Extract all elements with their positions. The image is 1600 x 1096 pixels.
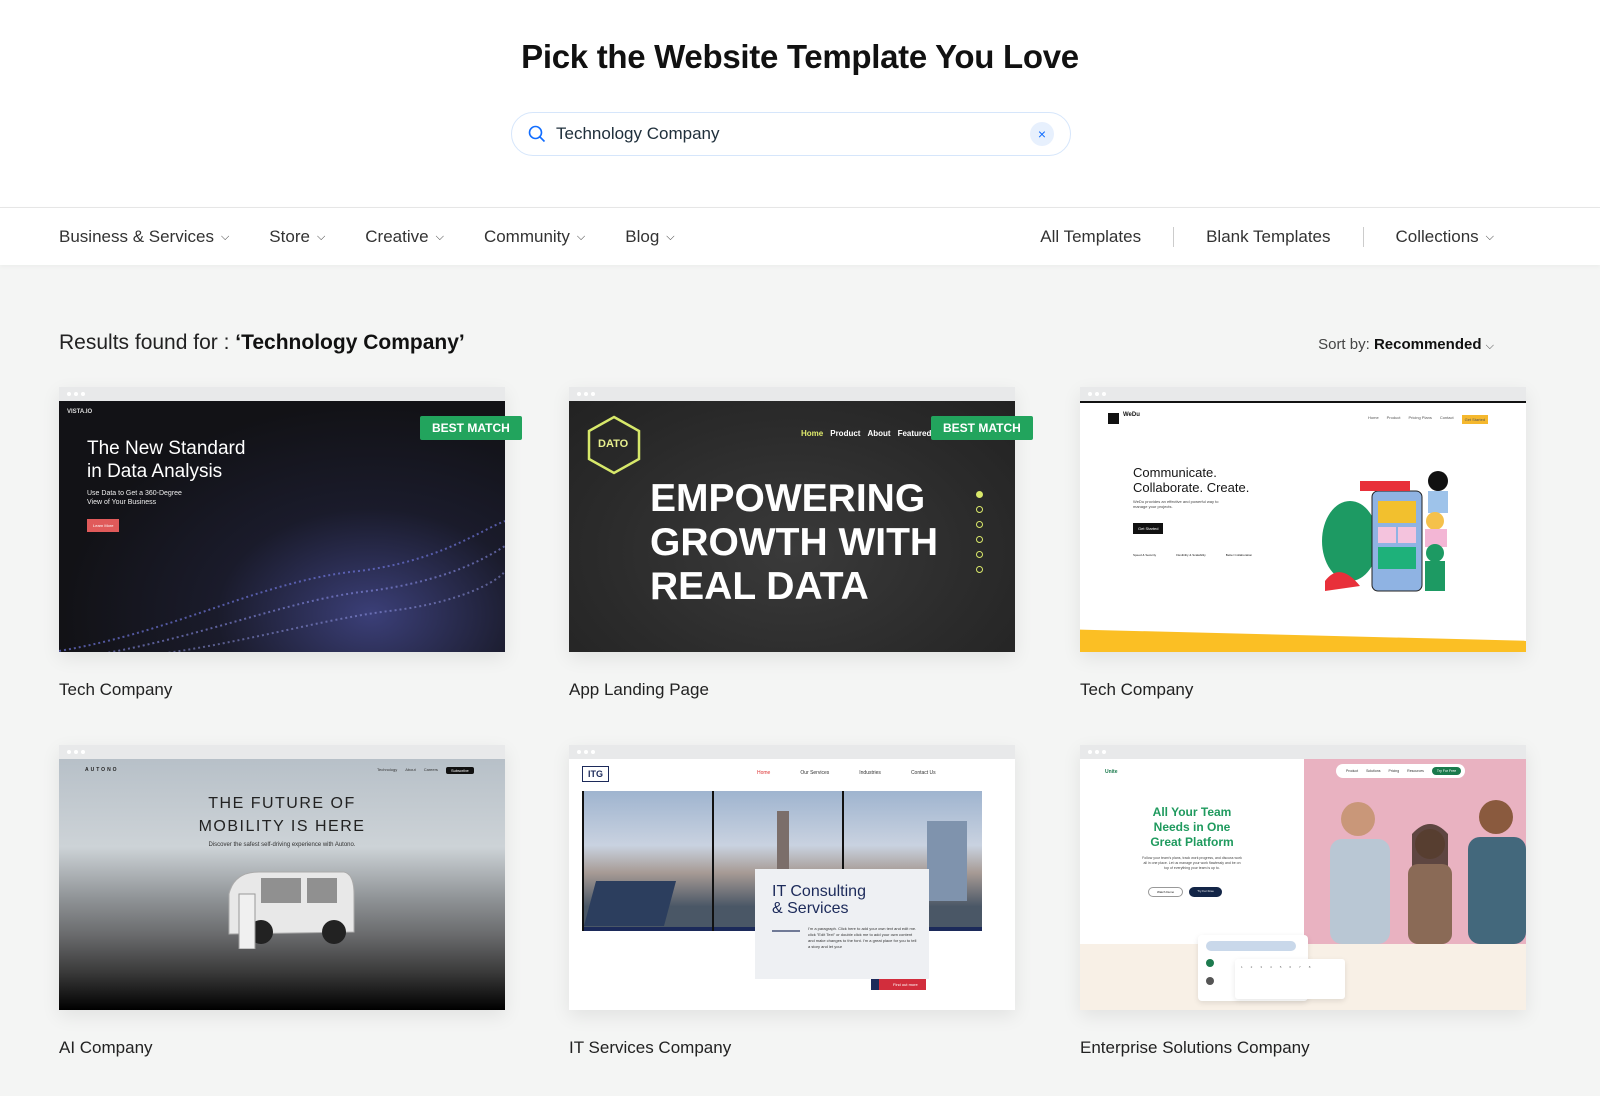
nav-all-templates[interactable]: All Templates bbox=[1040, 227, 1141, 247]
preview-paragraph: I'm a paragraph. Click here to add your … bbox=[808, 926, 917, 949]
content-card: IT Consulting & Services I'm a paragraph.… bbox=[755, 869, 929, 979]
browser-bar bbox=[59, 387, 505, 401]
template-name[interactable]: Tech Company bbox=[59, 680, 505, 700]
preview-image: AUTONO Technology About Careers Subscribe T… bbox=[59, 759, 505, 1010]
nav-label: Business & Services bbox=[59, 227, 214, 246]
preview-ctas: Watch Demo Try For Free bbox=[1148, 887, 1222, 897]
nav-blog[interactable]: Blog ⌵ bbox=[625, 227, 674, 247]
nav-store[interactable]: Store ⌵ bbox=[269, 227, 325, 247]
browser-bar bbox=[59, 745, 505, 759]
preview-image: Unite Product Solutions Pricing Resources Tr… bbox=[1080, 759, 1526, 1010]
preview-logo: Unite bbox=[1105, 769, 1118, 775]
team-photo bbox=[1330, 800, 1526, 944]
preview-features: Speed & Security Flexibility & Scalabilit… bbox=[1133, 553, 1253, 557]
close-icon: × bbox=[1037, 126, 1047, 142]
yellow-wave bbox=[1080, 629, 1526, 652]
template-thumbnail[interactable]: AUTONO Technology About Careers Subscribe T… bbox=[59, 745, 505, 1010]
nav-community[interactable]: Community ⌵ bbox=[484, 227, 585, 247]
divider bbox=[1173, 227, 1175, 247]
preview-cta: Get Started bbox=[1133, 523, 1164, 534]
illustration bbox=[1322, 471, 1448, 592]
browser-bar bbox=[1080, 387, 1526, 401]
search-icon bbox=[528, 125, 546, 143]
template-card[interactable]: Unite Product Solutions Pricing Resources Tr… bbox=[1080, 745, 1526, 1058]
template-name[interactable]: App Landing Page bbox=[569, 680, 1015, 700]
chevron-down-icon: ⌵ bbox=[220, 230, 230, 243]
preview-headline: Communicate. Collaborate. Create. bbox=[1133, 465, 1250, 495]
preview-logo: WeDu bbox=[1123, 412, 1140, 418]
preview-subtitle: Discover the safest self-driving experie… bbox=[208, 842, 356, 848]
best-match-badge: BEST MATCH bbox=[931, 416, 1033, 440]
slide-dots bbox=[976, 491, 983, 573]
preview-nav: Technology About Careers Subscribe bbox=[377, 767, 474, 774]
nav-label: Community bbox=[483, 227, 570, 246]
browser-bar bbox=[1080, 745, 1526, 759]
preview-headline: All Your Team Needs in One Great Platform bbox=[1150, 805, 1234, 849]
divider bbox=[1362, 227, 1364, 247]
nav-label: Blog bbox=[625, 227, 660, 246]
preview-nav: Home Product Pricing Plans Contact Get Start… bbox=[1368, 415, 1489, 424]
preview-headline: The New Standard in Data Analysis bbox=[87, 438, 246, 482]
template-name[interactable]: AI Company bbox=[59, 1038, 505, 1058]
template-card[interactable]: AUTONO Technology About Careers Subscribe T… bbox=[59, 745, 505, 1058]
sort-label: Sort by: bbox=[1318, 336, 1370, 353]
preview-subtitle: WeDu provides an effective and powerful … bbox=[1133, 499, 1219, 509]
search-box[interactable]: × bbox=[511, 112, 1071, 156]
header: Pick the Website Template You Love × bbox=[0, 0, 1600, 207]
template-name[interactable]: IT Services Company bbox=[569, 1038, 1015, 1058]
preview-cta: Learn More bbox=[87, 519, 120, 532]
preview-nav: Product Solutions Pricing Resources Try For … bbox=[1336, 764, 1466, 778]
results-prefix: Results found for : bbox=[59, 331, 230, 354]
page-title: Pick the Website Template You Love bbox=[521, 38, 1079, 75]
nav-label: Creative bbox=[365, 227, 429, 246]
best-match-badge: BEST MATCH bbox=[420, 416, 522, 440]
preview-subtitle: Use Data to Get a 360-Degree View of Your… bbox=[87, 490, 182, 506]
checkbox-logo-icon bbox=[1108, 413, 1119, 424]
nav-label: Store bbox=[269, 227, 310, 246]
car-illustration bbox=[228, 871, 355, 949]
preview-nav: Home Our Services Industries Contact Us bbox=[757, 770, 936, 776]
sort-value: Recommended bbox=[1373, 336, 1482, 353]
chevron-down-icon: ⌵ bbox=[1485, 340, 1494, 352]
chevron-down-icon: ⌵ bbox=[316, 230, 326, 243]
results-heading: Results found for : ‘Technology Company’ bbox=[59, 331, 465, 355]
sort-dropdown[interactable]: Sort by: Recommended ⌵ bbox=[1318, 336, 1494, 353]
template-name[interactable]: Tech Company bbox=[1080, 680, 1526, 700]
preview-image: ITG Home Our Services Industries Contact Us… bbox=[569, 759, 1015, 1010]
template-thumbnail[interactable]: Unite Product Solutions Pricing Resources Tr… bbox=[1080, 745, 1526, 1010]
preview-headline: EMPOWERING GROWTH WITH REAL DATA bbox=[650, 477, 939, 608]
chevron-down-icon: ⌵ bbox=[666, 230, 675, 243]
results-query: ‘Technology Company’ bbox=[235, 331, 465, 354]
chevron-down-icon: ⌵ bbox=[576, 230, 586, 243]
chevron-down-icon: ⌵ bbox=[1485, 230, 1494, 243]
nav-blank-templates[interactable]: Blank Templates bbox=[1206, 227, 1330, 247]
nav-creative[interactable]: Creative ⌵ bbox=[365, 227, 444, 247]
nav-label: Collections bbox=[1395, 227, 1479, 246]
template-card[interactable]: ITG Home Our Services Industries Contact Us… bbox=[569, 745, 1015, 1058]
search-input[interactable] bbox=[556, 124, 1030, 144]
preview-image: WeDu Home Product Pricing Plans Contact Get … bbox=[1080, 401, 1526, 652]
nav-collections[interactable]: Collections ⌵ bbox=[1396, 227, 1495, 247]
preview-logo: DATO bbox=[598, 438, 629, 450]
template-card[interactable]: WeDu Home Product Pricing Plans Contact Get … bbox=[1080, 387, 1526, 700]
chevron-down-icon: ⌵ bbox=[435, 230, 444, 243]
template-name[interactable]: Enterprise Solutions Company bbox=[1080, 1038, 1526, 1058]
preview-headline: THE FUTURE OF MOBILITY IS HERE bbox=[198, 795, 366, 835]
preview-logo: VISTA.IO bbox=[67, 409, 93, 415]
clear-search-button[interactable]: × bbox=[1030, 122, 1054, 146]
template-thumbnail[interactable]: ITG Home Our Services Industries Contact Us… bbox=[569, 745, 1015, 1010]
calendar-widget: 12345678 bbox=[1235, 959, 1345, 999]
preview-subtitle: Follow your team's plans, track work pro… bbox=[1142, 856, 1242, 870]
preview-cta: Find out more bbox=[871, 979, 926, 990]
browser-bar bbox=[569, 745, 1015, 759]
preview-headline: IT Consulting & Services bbox=[772, 883, 866, 917]
template-thumbnail[interactable]: WeDu Home Product Pricing Plans Contact Get … bbox=[1080, 387, 1526, 652]
category-nav: Business & Services ⌵ Store ⌵ Creative ⌵ Co… bbox=[0, 207, 1600, 265]
preview-logo: ITG bbox=[582, 766, 609, 782]
browser-bar bbox=[569, 387, 1015, 401]
preview-nav: Home Product About Featured bbox=[801, 429, 932, 438]
nav-business-services[interactable]: Business & Services ⌵ bbox=[59, 227, 229, 247]
preview-logo: AUTONO bbox=[85, 767, 119, 773]
